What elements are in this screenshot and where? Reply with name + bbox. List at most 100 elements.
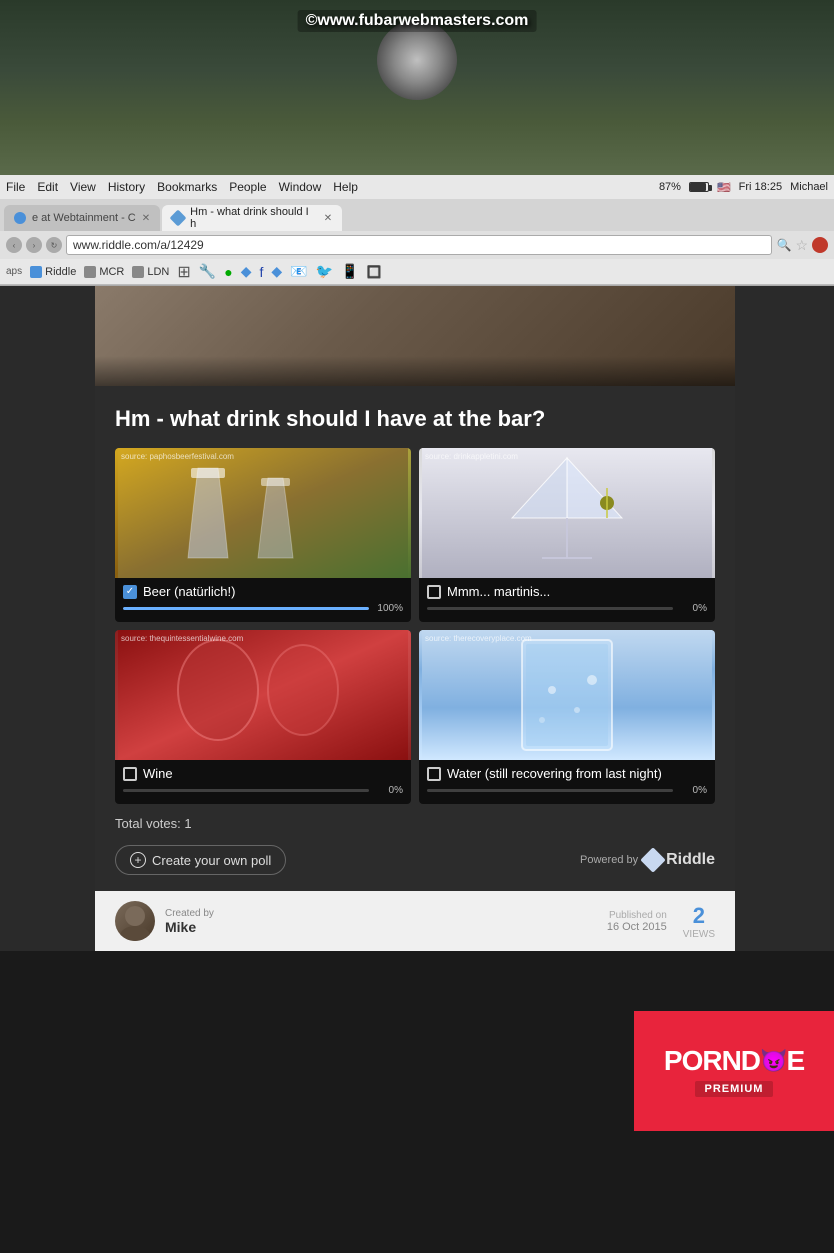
poll-title: Hm - what drink should I have at the bar…	[115, 406, 715, 432]
back-button[interactable]: ‹	[6, 237, 22, 253]
beer-image	[115, 448, 411, 578]
wine-bar-row: 0%	[123, 785, 403, 796]
maps-bm[interactable]: aps	[6, 266, 22, 277]
menu-bar: File Edit View History Bookmarks People …	[0, 175, 834, 199]
top-photo-area: ©www.fubarwebmasters.com	[0, 0, 834, 175]
browser-action-icon[interactable]	[812, 237, 828, 253]
main-content: Hm - what drink should I have at the bar…	[0, 286, 834, 1131]
create-poll-button[interactable]: + Create your own poll	[115, 845, 286, 875]
author-name: Mike	[165, 919, 214, 935]
beer-bar-fill	[123, 607, 369, 610]
views-count: 2 VIEWS	[683, 903, 715, 940]
porndoe-d: D	[741, 1045, 760, 1077]
riddle-diamond-icon	[640, 847, 665, 872]
watermark: ©www.fubarwebmasters.com	[298, 10, 537, 32]
create-poll-label: Create your own poll	[152, 853, 271, 868]
martini-bar-bg	[427, 607, 673, 610]
bookmarks-bar: aps Riddle MCR LDN ⊞ 🔧 ● ◆ f ◆ 📧 🐦 📱 🔲	[0, 259, 834, 285]
battery-icon	[689, 182, 709, 192]
author-info: Created by Mike	[165, 908, 214, 935]
bookmark-star-icon[interactable]: ☆	[795, 237, 808, 254]
tab-favicon-2	[170, 210, 187, 227]
poll-hero-image	[95, 286, 735, 386]
porndoe-logo: P O RN D 😈 E	[664, 1045, 804, 1077]
beer-bar-row: 100%	[123, 603, 403, 614]
author-avatar	[115, 901, 155, 941]
poll-option-wine[interactable]: source: thequintessentialwine.com Wine 0…	[115, 630, 411, 804]
beer-source: source: paphosbeerfestival.com	[121, 452, 234, 461]
search-icon: 🔍	[776, 238, 791, 252]
menu-window[interactable]: Window	[279, 180, 322, 194]
bookmark-mcr[interactable]: MCR	[84, 266, 124, 278]
published-label: Published on	[607, 910, 667, 921]
reload-button[interactable]: ↻	[46, 237, 62, 253]
time-display: Fri 18:25	[739, 181, 782, 193]
address-input[interactable]	[66, 235, 772, 255]
poll-bottom-row: + Create your own poll Powered by Riddle	[115, 845, 715, 875]
tab-label-1: e at Webtainment - C	[32, 212, 136, 224]
devil-icon: 😈	[760, 1048, 786, 1074]
views-number: 2	[693, 903, 705, 928]
wine-image	[115, 630, 411, 760]
martini-label: Mmm... martinis...	[447, 584, 550, 599]
wine-bottom: Wine 0%	[115, 760, 411, 804]
menu-help[interactable]: Help	[333, 180, 358, 194]
martini-pct: 0%	[679, 603, 707, 614]
published-info: Published on 16 Oct 2015	[607, 910, 667, 933]
porndoe-o: O	[682, 1045, 703, 1077]
menu-view[interactable]: View	[70, 180, 96, 194]
published-date: 16 Oct 2015	[607, 921, 667, 933]
premium-badge: PREMIUM	[695, 1081, 774, 1097]
views-label: VIEWS	[683, 929, 715, 940]
bottom-area: P O RN D 😈 E PREMIUM	[0, 951, 834, 1131]
author-right: Published on 16 Oct 2015 2 VIEWS	[607, 903, 715, 940]
water-source: source: therecoveryplace.com	[425, 634, 532, 643]
powered-by: Powered by Riddle	[580, 851, 715, 869]
ldn-bm-icon	[132, 266, 144, 278]
address-bar-row: ‹ › ↻ 🔍 ☆	[0, 231, 834, 259]
riddle-text: Riddle	[666, 851, 715, 869]
menu-file[interactable]: File	[6, 180, 25, 194]
wine-label: Wine	[143, 766, 173, 781]
beer-checkbox[interactable]: ✓	[123, 585, 137, 599]
menu-edit[interactable]: Edit	[37, 180, 58, 194]
poll-option-martini[interactable]: source: drinkappletini.com Mmm... martin…	[419, 448, 715, 622]
status-bar: 87% 🇺🇸 Fri 18:25 Michael	[659, 181, 828, 194]
water-bar-row: 0%	[427, 785, 707, 796]
tab-webtainment[interactable]: e at Webtainment - C ✕	[4, 205, 160, 231]
porndoe-rn: RN	[702, 1045, 740, 1077]
poll-grid: source: paphosbeerfestival.com ✓ Beer (n…	[115, 448, 715, 804]
user-name: Michael	[790, 181, 828, 193]
tab-close-2[interactable]: ✕	[324, 213, 332, 224]
martini-image	[419, 448, 715, 578]
tab-close-1[interactable]: ✕	[142, 213, 150, 224]
water-bottom: Water (still recovering from last night)…	[419, 760, 715, 804]
tab-bar: e at Webtainment - C ✕ Hm - what drink s…	[0, 199, 834, 231]
menu-bookmarks[interactable]: Bookmarks	[157, 180, 217, 194]
forward-button[interactable]: ›	[26, 237, 42, 253]
bookmark-riddle[interactable]: Riddle	[30, 266, 76, 278]
tab-riddle[interactable]: Hm - what drink should I h ✕	[162, 205, 342, 231]
check-icon: ✓	[126, 586, 134, 597]
water-label: Water (still recovering from last night)	[447, 766, 662, 781]
martini-checkbox[interactable]	[427, 585, 441, 599]
porndoe-text: P	[664, 1045, 682, 1077]
wine-bar-bg	[123, 789, 369, 792]
riddle-logo: Riddle	[644, 851, 715, 869]
menu-people[interactable]: People	[229, 180, 266, 194]
flag-icon: 🇺🇸	[717, 181, 731, 194]
beer-label: Beer (natürlich!)	[143, 584, 235, 599]
poll-option-beer[interactable]: source: paphosbeerfestival.com ✓ Beer (n…	[115, 448, 411, 622]
water-checkbox[interactable]	[427, 767, 441, 781]
tab-label-2: Hm - what drink should I h	[190, 206, 318, 230]
bookmark-ldn[interactable]: LDN	[132, 266, 169, 278]
water-pct: 0%	[679, 785, 707, 796]
poll-wrapper: Hm - what drink should I have at the bar…	[95, 286, 735, 891]
menu-history[interactable]: History	[108, 180, 145, 194]
poll-option-water[interactable]: source: therecoveryplace.com Water (stil…	[419, 630, 715, 804]
wine-checkbox[interactable]	[123, 767, 137, 781]
volume-status: 87%	[659, 181, 681, 193]
martini-bar-row: 0%	[427, 603, 707, 614]
porndoe-badge: P O RN D 😈 E PREMIUM	[634, 1011, 834, 1131]
tab-favicon-1	[14, 212, 26, 224]
